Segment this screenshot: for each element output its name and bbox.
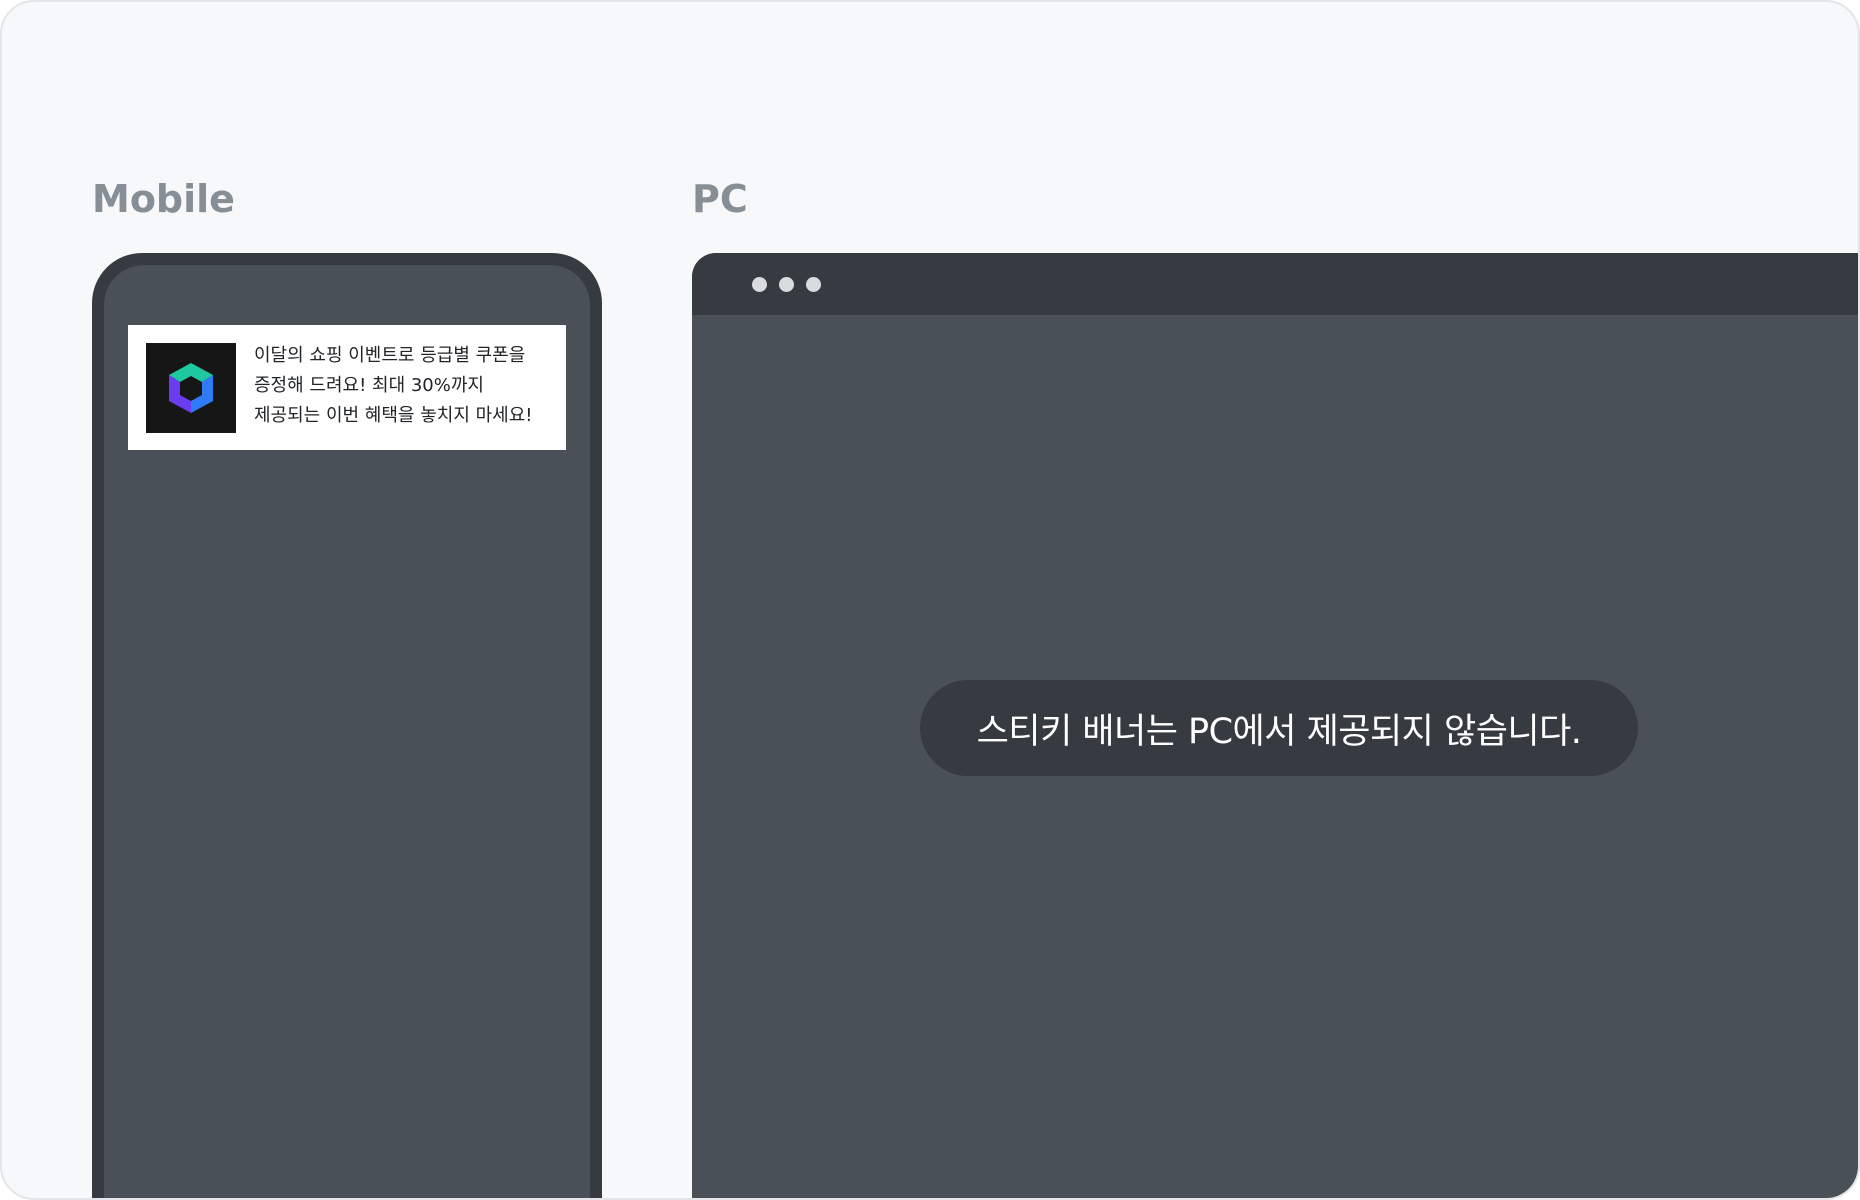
pc-section-label: PC — [692, 177, 748, 221]
pc-browser-window: 스티키 배너는 PC에서 제공되지 않습니다. — [692, 253, 1858, 1198]
banner-message: 이달의 쇼핑 이벤트로 등급별 쿠폰을 증정해 드려요! 최대 30%까지 제공… — [254, 345, 533, 426]
mobile-section-label: Mobile — [92, 177, 235, 221]
cube-logo-icon — [146, 343, 236, 433]
pc-unsupported-notice: 스티키 배너는 PC에서 제공되지 않습니다. — [920, 680, 1638, 776]
mobile-screen: 이달의 쇼핑 이벤트로 등급별 쿠폰을 증정해 드려요! 최대 30%까지 제공… — [104, 265, 590, 1198]
browser-title-bar — [692, 253, 1858, 315]
preview-frame: Mobile PC 이달의 쇼핑 이벤트로 등급별 쿠폰을 증정해 드려요! 최… — [0, 0, 1860, 1200]
window-dot-icon — [806, 277, 821, 292]
mobile-device: 이달의 쇼핑 이벤트로 등급별 쿠폰을 증정해 드려요! 최대 30%까지 제공… — [92, 253, 602, 1198]
window-dot-icon — [779, 277, 794, 292]
window-dot-icon — [752, 277, 767, 292]
notice-text: 스티키 배너는 PC에서 제공되지 않습니다. — [976, 711, 1582, 752]
sticky-banner[interactable]: 이달의 쇼핑 이벤트로 등급별 쿠폰을 증정해 드려요! 최대 30%까지 제공… — [128, 325, 566, 450]
cube-logo-svg — [169, 363, 213, 413]
